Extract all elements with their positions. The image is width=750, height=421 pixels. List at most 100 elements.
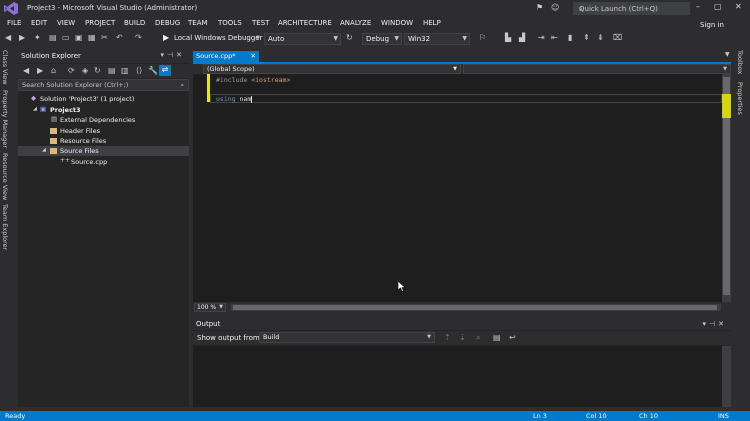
- platform-select[interactable]: Win32 ▼: [404, 33, 470, 45]
- tab-class-view[interactable]: Class View: [1, 50, 9, 85]
- debugger-dropdown-icon[interactable]: ▼: [256, 35, 260, 41]
- forward-icon[interactable]: ▶: [37, 66, 43, 75]
- quick-launch-input[interactable]: Quick Launch (Ctrl+Q) ⌕: [573, 2, 690, 15]
- scroll-thumb[interactable]: [233, 305, 717, 310]
- menu-edit[interactable]: EDIT: [31, 19, 47, 27]
- forward-icon[interactable]: ▶: [19, 33, 25, 42]
- bookmark-icon[interactable]: ⚐: [479, 33, 486, 42]
- tree-item-source-files[interactable]: ◢ Source Files: [18, 146, 189, 156]
- outdent-icon[interactable]: ⇤: [551, 33, 558, 42]
- sign-in-link[interactable]: Sign in: [700, 21, 724, 29]
- save-all-icon[interactable]: ▦: [88, 33, 96, 42]
- tree-item-resource-files[interactable]: Resource Files: [18, 136, 189, 146]
- go-to-next-icon[interactable]: ⇣: [459, 333, 466, 342]
- tab-properties[interactable]: Properties: [736, 82, 744, 115]
- menu-debug[interactable]: DEBUG: [155, 19, 180, 27]
- code-editor[interactable]: [193, 74, 722, 302]
- start-debugging-icon[interactable]: ▶: [163, 33, 169, 42]
- output-source-select[interactable]: Build ▼: [259, 332, 435, 343]
- pin-icon[interactable]: ⊣: [709, 320, 718, 328]
- tree-item-header-files[interactable]: Header Files: [18, 126, 189, 136]
- build-config-select[interactable]: Debug ▼: [362, 33, 402, 45]
- minimize-button[interactable]: –: [696, 2, 700, 11]
- solution-icon: ◆: [31, 94, 36, 102]
- solution-config-select[interactable]: Auto ▼: [264, 33, 341, 45]
- preview-selected-icon[interactable]: ⇌: [159, 65, 171, 76]
- sync-icon[interactable]: ⟳: [68, 66, 75, 75]
- solution-explorer-search-input[interactable]: Search Solution Explorer (Ctrl+;) ⌕: [18, 79, 189, 91]
- tab-team-explorer[interactable]: Team Explorer: [1, 204, 9, 250]
- notification-flag-icon[interactable]: ⚑: [536, 3, 543, 12]
- prev-bookmark-icon[interactable]: ⇞: [583, 33, 590, 42]
- back-icon[interactable]: ◀: [5, 33, 11, 42]
- expanded-arrow-icon[interactable]: ◢: [42, 147, 46, 153]
- view-code-icon[interactable]: ⟨⟩: [136, 66, 142, 75]
- comment-icon[interactable]: ▟: [519, 33, 525, 42]
- menu-help[interactable]: HELP: [423, 19, 441, 27]
- pin-icon[interactable]: ⊣: [167, 51, 176, 59]
- add-item-icon[interactable]: ▤: [49, 33, 57, 42]
- cut-icon[interactable]: ✂: [101, 33, 108, 42]
- text-caret: [251, 95, 253, 103]
- menu-project[interactable]: PROJECT: [85, 19, 115, 27]
- zoom-select[interactable]: 100 % ▼: [194, 303, 226, 312]
- pending-changes-icon[interactable]: ◈: [82, 66, 88, 75]
- open-file-icon[interactable]: ▭: [62, 33, 70, 42]
- home-icon[interactable]: ⌂: [51, 66, 56, 75]
- find-message-icon[interactable]: ⌕: [476, 333, 480, 343]
- properties-wrench-icon[interactable]: 🔧: [148, 66, 158, 75]
- tab-source-cpp[interactable]: Source.cpp* ✕: [193, 51, 259, 62]
- collapse-all-icon[interactable]: ▤: [108, 66, 116, 75]
- menu-tools[interactable]: TOOLS: [218, 19, 242, 27]
- close-panel-icon[interactable]: ✕: [718, 320, 727, 328]
- close-tab-icon[interactable]: ✕: [251, 52, 256, 60]
- close-panel-icon[interactable]: ✕: [176, 51, 185, 59]
- menu-build[interactable]: BUILD: [124, 19, 145, 27]
- maximize-button[interactable]: ▢: [714, 2, 722, 11]
- format-icon[interactable]: ▙: [505, 33, 511, 42]
- refresh-icon[interactable]: ↻: [346, 33, 353, 42]
- clear-bookmarks-icon[interactable]: ⌧: [613, 33, 622, 42]
- output-vertical-scrollbar[interactable]: [722, 346, 731, 407]
- bookmark-toggle-icon[interactable]: ▮: [568, 33, 572, 42]
- refresh-icon[interactable]: ↻: [94, 66, 101, 75]
- debugger-label[interactable]: Local Windows Debugger: [174, 34, 263, 42]
- tab-property-manager[interactable]: Property Manager: [1, 90, 9, 148]
- next-bookmark-icon[interactable]: ⇟: [597, 33, 604, 42]
- member-select[interactable]: ▼: [463, 64, 731, 74]
- word-wrap-icon[interactable]: ↩: [509, 333, 516, 342]
- expanded-arrow-icon[interactable]: ◢: [33, 106, 37, 112]
- tree-item-source-cpp[interactable]: ++ Source.cpp: [18, 157, 189, 167]
- go-to-previous-icon[interactable]: ⇡: [444, 333, 451, 342]
- menu-view[interactable]: VIEW: [57, 19, 75, 27]
- tab-toolbox[interactable]: Toolbox: [736, 50, 744, 74]
- menu-team[interactable]: TEAM: [188, 19, 208, 27]
- show-all-files-icon[interactable]: ▥: [121, 66, 129, 75]
- editor-vertical-scrollbar[interactable]: [722, 74, 731, 302]
- scope-select[interactable]: (Global Scope) ▼: [203, 64, 461, 74]
- close-button[interactable]: ✕: [735, 2, 742, 11]
- indent-icon[interactable]: ⇥: [538, 33, 545, 42]
- tree-item-solution[interactable]: ◆ Solution 'Project3' (1 project): [18, 94, 189, 104]
- tab-list-dropdown-icon[interactable]: ▼: [725, 51, 730, 58]
- new-project-icon[interactable]: ✦: [34, 33, 41, 42]
- back-icon[interactable]: ◀: [23, 66, 29, 75]
- editor-horizontal-scrollbar[interactable]: [231, 304, 721, 311]
- redo-icon[interactable]: ↷: [135, 33, 142, 42]
- tree-item-external-dependencies[interactable]: ▤ External Dependencies: [18, 115, 189, 125]
- clear-all-icon[interactable]: ▤: [493, 333, 501, 342]
- project-icon: ▣: [40, 105, 47, 113]
- feedback-smiley-icon[interactable]: ☺: [551, 3, 559, 12]
- tree-item-project[interactable]: ◢ ▣ Project3: [18, 105, 189, 115]
- code-line-3[interactable]: using nam: [216, 95, 253, 103]
- menu-analyze[interactable]: ANALYZE: [340, 19, 371, 27]
- tab-resource-view[interactable]: Resource View: [1, 153, 9, 200]
- menu-test[interactable]: TEST: [252, 19, 269, 27]
- menu-window[interactable]: WINDOW: [381, 19, 413, 27]
- undo-icon[interactable]: ↶: [116, 33, 123, 42]
- menu-file[interactable]: FILE: [7, 19, 21, 27]
- menu-architecture[interactable]: ARCHITECTURE: [278, 19, 332, 27]
- save-icon[interactable]: ▣: [75, 33, 83, 42]
- code-line-1[interactable]: #include <iostream>: [216, 76, 290, 84]
- output-text-area[interactable]: [193, 346, 731, 407]
